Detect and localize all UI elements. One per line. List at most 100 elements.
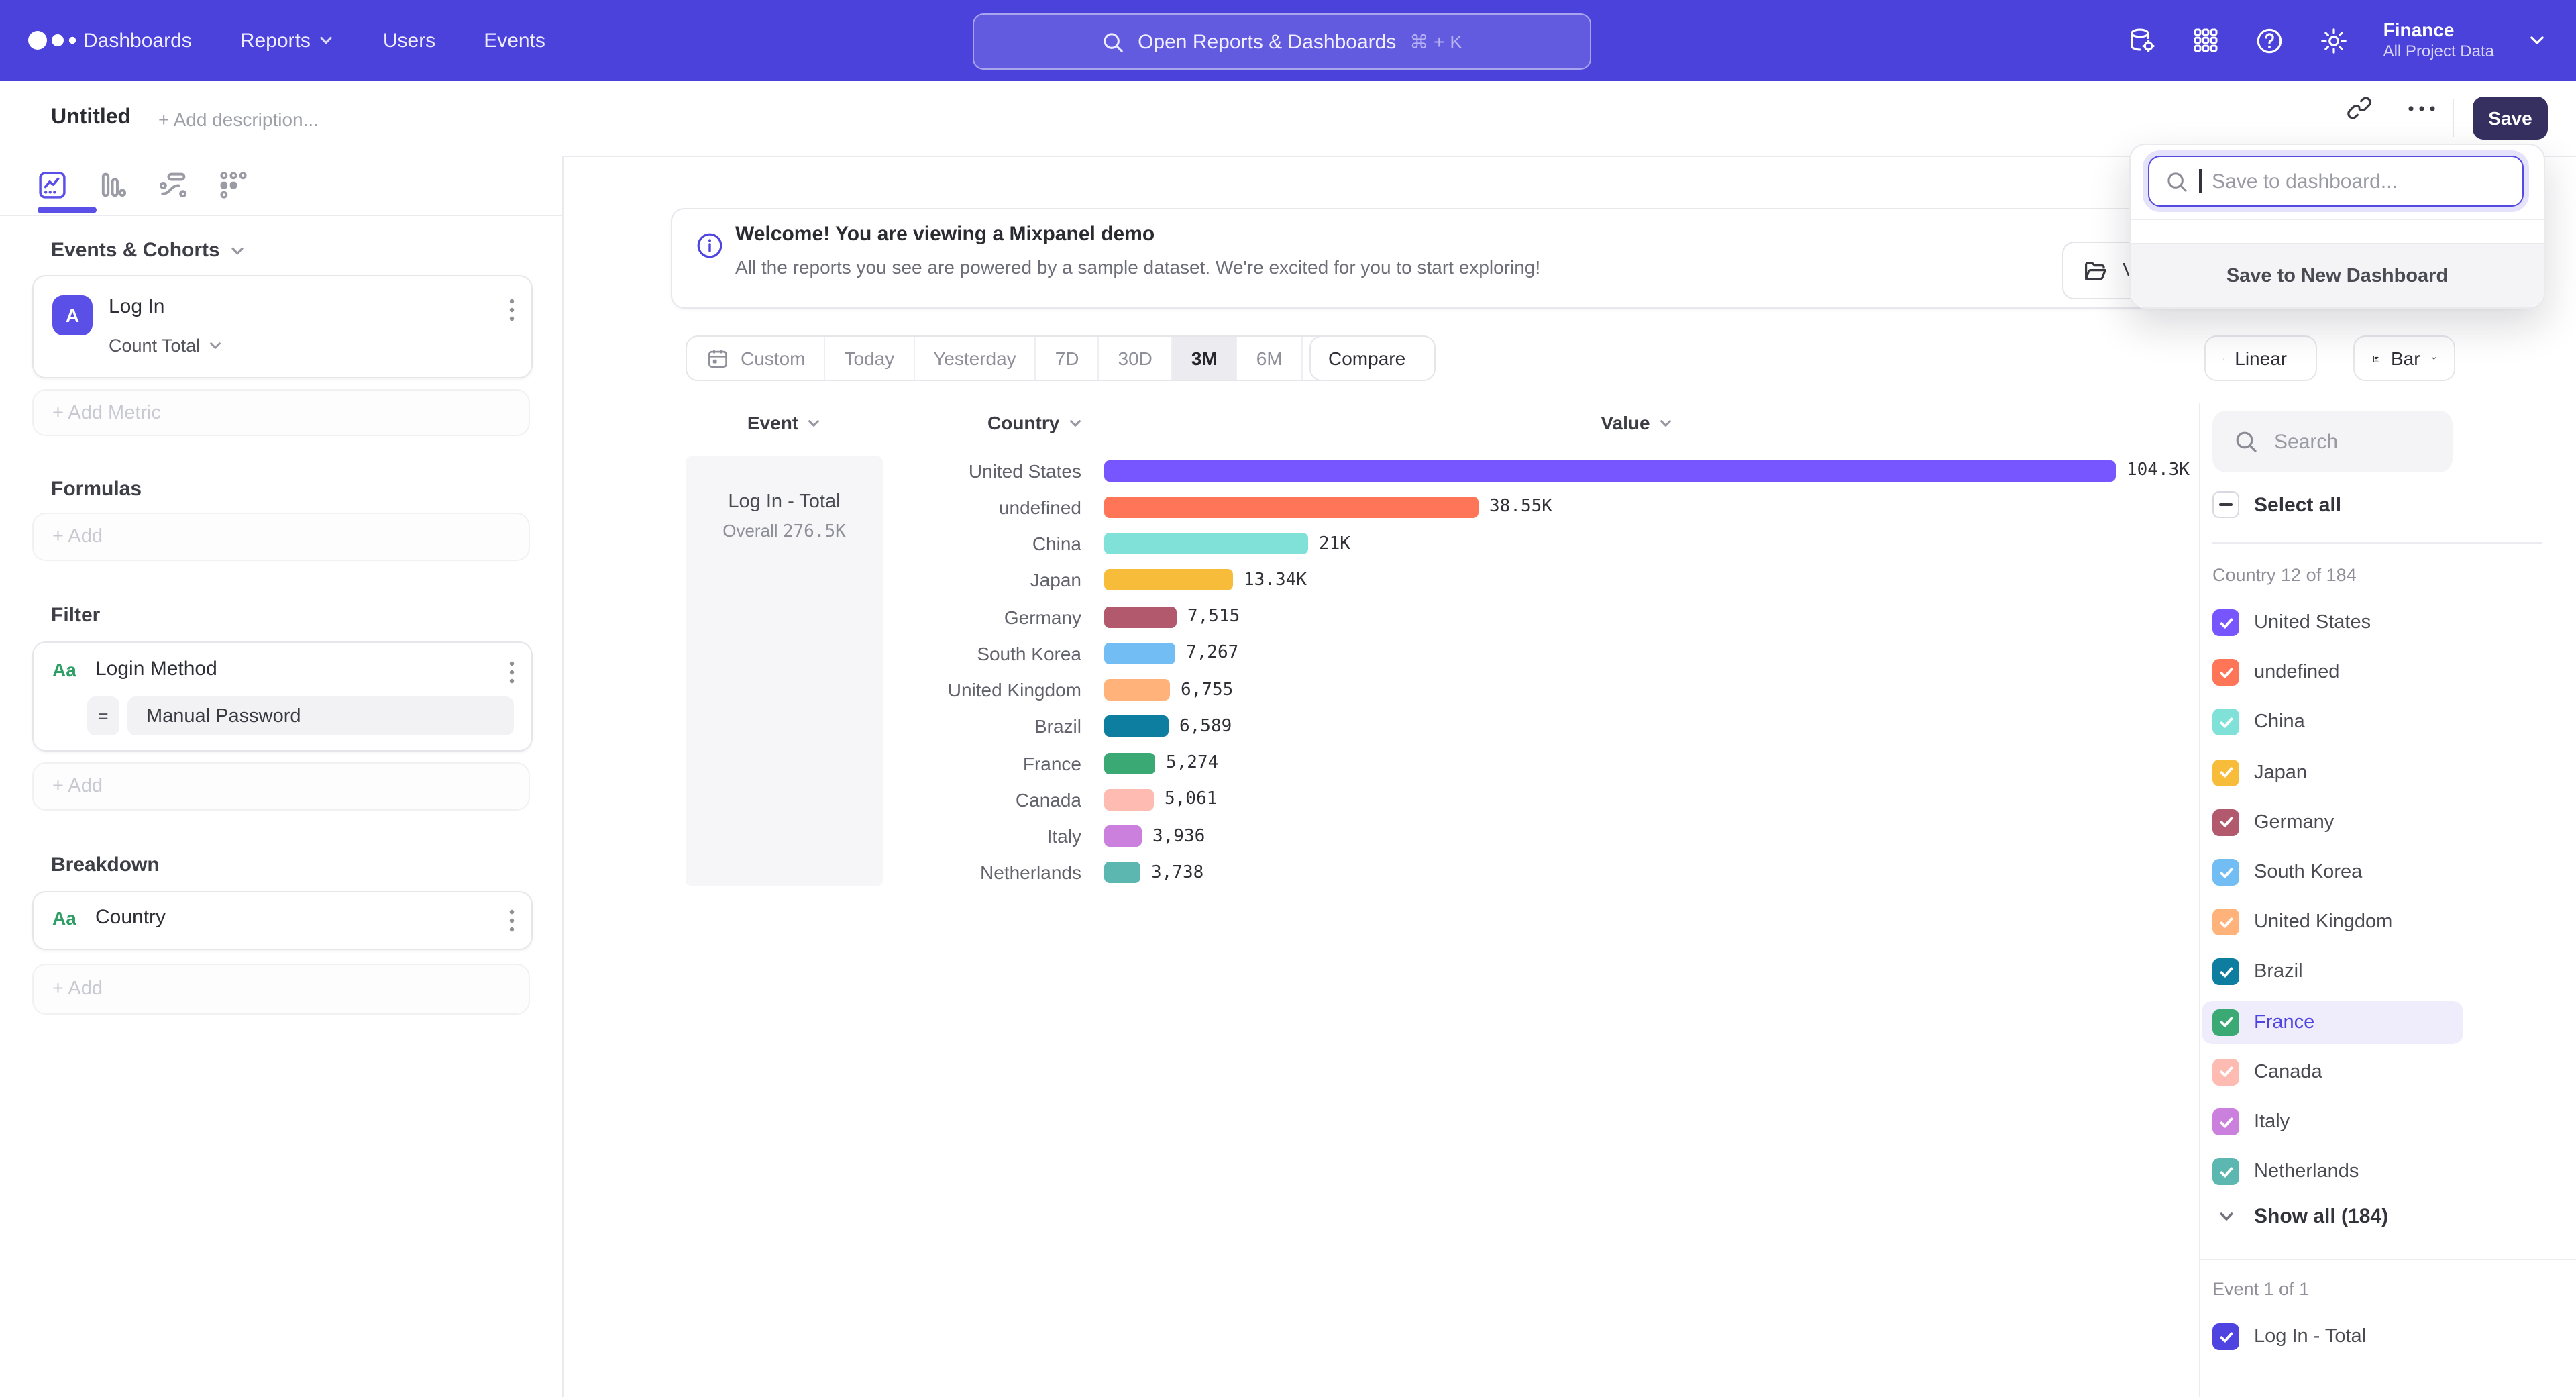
range-custom[interactable]: Custom bbox=[687, 337, 825, 380]
save-button[interactable]: Save bbox=[2473, 97, 2548, 140]
bar-south-korea[interactable] bbox=[1104, 643, 1175, 664]
data-management-icon[interactable] bbox=[2127, 25, 2158, 56]
country-legend-label: Japan bbox=[2254, 762, 2307, 783]
nav-item-label: Dashboards bbox=[83, 29, 192, 52]
global-search[interactable]: Open Reports & Dashboards ⌘ + K bbox=[973, 13, 1591, 70]
metric-event-name[interactable]: Log In bbox=[109, 295, 164, 318]
country-checkbox-checked[interactable] bbox=[2212, 609, 2239, 636]
select-all-row[interactable]: Select all bbox=[2212, 491, 2341, 518]
metric-card[interactable]: A Log In Count Total bbox=[32, 275, 533, 378]
bar-france[interactable] bbox=[1104, 752, 1155, 774]
range-7d[interactable]: 7D bbox=[1036, 337, 1099, 380]
settings-gear-icon[interactable] bbox=[2319, 25, 2350, 56]
scale-selector-button[interactable]: Linear bbox=[2204, 335, 2317, 381]
compare-button[interactable]: Compare bbox=[1309, 335, 1436, 381]
bar-italy[interactable] bbox=[1104, 825, 1142, 847]
breakdown-kebab-icon[interactable] bbox=[508, 909, 515, 933]
country-checkbox-checked[interactable] bbox=[2212, 959, 2239, 986]
range-30d[interactable]: 30D bbox=[1099, 337, 1173, 380]
legend-row-italy[interactable]: Italy bbox=[2202, 1100, 2463, 1143]
linear-axis-icon bbox=[2223, 347, 2224, 370]
legend-row-united-states[interactable]: United States bbox=[2202, 601, 2463, 644]
bar-brazil[interactable] bbox=[1104, 716, 1169, 737]
bar-country-label: undefined bbox=[872, 497, 1081, 518]
project-switcher[interactable]: Finance All Project Data bbox=[2383, 19, 2494, 62]
nav-item-label: Events bbox=[484, 29, 545, 52]
mixpanel-logo[interactable] bbox=[27, 30, 83, 51]
breakdown-property-name[interactable]: Country bbox=[95, 906, 166, 929]
bar-china[interactable] bbox=[1104, 533, 1308, 554]
banner-title: Welcome! You are viewing a Mixpanel demo bbox=[735, 223, 1155, 246]
nav-item-dashboards[interactable]: Dashboards bbox=[83, 29, 192, 52]
select-all-checkbox-indeterminate[interactable] bbox=[2212, 491, 2239, 518]
bar-germany[interactable] bbox=[1104, 606, 1177, 627]
column-header-event[interactable]: Event bbox=[686, 412, 883, 433]
bar-undefined[interactable] bbox=[1104, 497, 1479, 518]
legend-row-south-korea[interactable]: South Korea bbox=[2202, 851, 2463, 894]
report-title[interactable]: Untitled bbox=[51, 106, 131, 130]
tab-retention[interactable] bbox=[217, 169, 250, 201]
add-breakdown-button[interactable]: + Add bbox=[32, 964, 530, 1015]
apps-grid-icon[interactable] bbox=[2192, 25, 2221, 55]
save-dashboard-search-input[interactable]: Save to dashboard... bbox=[2148, 156, 2524, 207]
more-options-icon[interactable] bbox=[2407, 105, 2436, 113]
column-header-country[interactable]: Country bbox=[987, 412, 1082, 433]
event-legend-row[interactable]: Log In - Total bbox=[2212, 1323, 2366, 1350]
chart-type-button[interactable]: Bar bbox=[2353, 335, 2455, 381]
legend-row-canada[interactable]: Canada bbox=[2202, 1051, 2463, 1094]
tab-flows[interactable] bbox=[157, 169, 189, 201]
bar-united-kingdom[interactable] bbox=[1104, 679, 1170, 701]
range-6m[interactable]: 6M bbox=[1238, 337, 1303, 380]
legend-row-undefined[interactable]: undefined bbox=[2202, 651, 2463, 694]
bar-canada[interactable] bbox=[1104, 789, 1154, 811]
chart-row: United States104.3K bbox=[0, 452, 2199, 488]
nav-item-users[interactable]: Users bbox=[383, 29, 435, 52]
help-icon[interactable] bbox=[2255, 25, 2286, 56]
bar-value-label: 3,738 bbox=[1151, 863, 1203, 883]
country-checkbox-checked[interactable] bbox=[2212, 709, 2239, 736]
chevron-down-icon[interactable] bbox=[229, 242, 246, 258]
legend-row-france[interactable]: France bbox=[2202, 1000, 2463, 1043]
country-checkbox-checked[interactable] bbox=[2212, 1059, 2239, 1086]
country-checkbox-checked[interactable] bbox=[2212, 1158, 2239, 1185]
column-header-value[interactable]: Value bbox=[1529, 412, 1744, 433]
chevron-down-icon bbox=[1658, 415, 1673, 430]
country-checkbox-checked[interactable] bbox=[2212, 1108, 2239, 1135]
legend-search-input[interactable]: Search bbox=[2212, 411, 2453, 472]
country-checkbox-checked[interactable] bbox=[2212, 859, 2239, 886]
project-name: Finance bbox=[2383, 19, 2494, 42]
legend-row-netherlands[interactable]: Netherlands bbox=[2202, 1150, 2463, 1193]
metric-kebab-icon[interactable] bbox=[508, 298, 515, 322]
legend-row-brazil[interactable]: Brazil bbox=[2202, 951, 2463, 994]
legend-row-germany[interactable]: Germany bbox=[2202, 801, 2463, 844]
bar-value-label: 7,515 bbox=[1187, 607, 1240, 627]
event-checkbox-checked[interactable] bbox=[2212, 1323, 2239, 1350]
legend-row-japan[interactable]: Japan bbox=[2202, 751, 2463, 794]
tab-insights[interactable] bbox=[36, 169, 68, 201]
copy-link-icon[interactable] bbox=[2345, 94, 2373, 122]
legend-row-china[interactable]: China bbox=[2202, 701, 2463, 744]
range-today[interactable]: Today bbox=[825, 337, 914, 380]
nav-item-reports[interactable]: Reports bbox=[240, 29, 335, 52]
add-description-field[interactable]: + Add description... bbox=[158, 109, 319, 130]
nav-item-events[interactable]: Events bbox=[484, 29, 545, 52]
bar-united-states[interactable] bbox=[1104, 460, 2116, 481]
country-checkbox-checked[interactable] bbox=[2212, 1008, 2239, 1035]
range-yesterday[interactable]: Yesterday bbox=[914, 337, 1036, 380]
metric-aggregation[interactable]: Count Total bbox=[109, 335, 223, 356]
chevron-down-icon bbox=[2431, 350, 2436, 366]
country-checkbox-checked[interactable] bbox=[2212, 759, 2239, 786]
country-checkbox-checked[interactable] bbox=[2212, 809, 2239, 836]
tab-funnels[interactable] bbox=[97, 169, 129, 201]
country-checkbox-checked[interactable] bbox=[2212, 909, 2239, 935]
add-metric-button[interactable]: + Add Metric bbox=[32, 389, 530, 436]
save-to-new-dashboard-button[interactable]: Save to New Dashboard bbox=[2131, 243, 2544, 307]
range-3m[interactable]: 3M bbox=[1173, 337, 1238, 380]
legend-row-united-kingdom[interactable]: United Kingdom bbox=[2202, 900, 2463, 943]
show-all-button[interactable]: Show all (184) bbox=[2218, 1205, 2388, 1228]
bar-netherlands[interactable] bbox=[1104, 862, 1140, 884]
country-checkbox-checked[interactable] bbox=[2212, 659, 2239, 686]
breakdown-card[interactable]: Aa Country bbox=[32, 891, 533, 950]
project-chevron-icon[interactable] bbox=[2528, 31, 2546, 50]
bar-japan[interactable] bbox=[1104, 570, 1233, 591]
